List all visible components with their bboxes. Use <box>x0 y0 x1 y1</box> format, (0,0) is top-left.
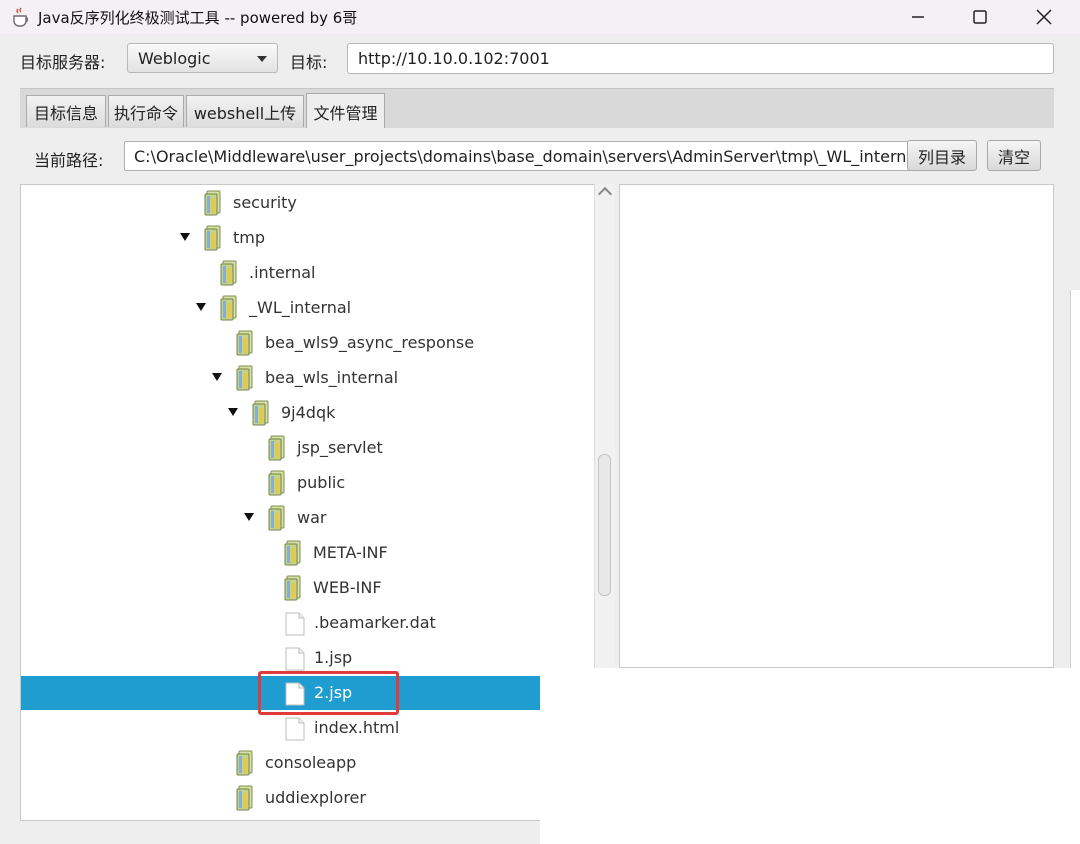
folder-icon <box>204 225 222 251</box>
close-button[interactable] <box>1013 0 1075 34</box>
folder-icon <box>284 575 302 601</box>
tree-folder-node[interactable]: consoleapp <box>21 746 595 780</box>
path-input-value: C:\Oracle\Middleware\user_projects\domai… <box>134 147 916 166</box>
tree-folder-node[interactable]: bea_wls9_async_response <box>21 326 595 360</box>
folder-icon <box>236 330 254 356</box>
server-label: 目标服务器: <box>20 53 106 72</box>
maximize-icon <box>973 10 987 24</box>
title-bar: Java反序列化终极测试工具 -- powered by 6哥 <box>0 0 1080 34</box>
tree-folder-node[interactable]: .internal <box>21 256 595 290</box>
tree-folder-node[interactable]: WEB-INF <box>21 571 595 605</box>
tree-node-label: index.html <box>314 718 400 737</box>
tree-folder-node[interactable]: _WL_internal <box>21 291 595 325</box>
target-input[interactable]: http://10.10.0.102:7001 <box>347 43 1054 74</box>
background-window-edge <box>1070 290 1080 668</box>
folder-icon <box>268 435 286 461</box>
tree-folder-node[interactable]: jsp_servlet <box>21 431 595 465</box>
file-icon <box>284 717 306 743</box>
folder-icon <box>236 750 254 776</box>
tree-node-label: public <box>297 473 346 492</box>
tree-node-label: META-INF <box>313 543 388 562</box>
tree-folder-node[interactable]: public <box>21 466 595 500</box>
server-select[interactable]: Weblogic <box>127 43 278 73</box>
tree-node-label: uddiexplorer <box>265 788 366 807</box>
path-row: 当前路径: C:\Oracle\Middleware\user_projects… <box>20 128 1054 184</box>
folder-icon <box>284 540 302 566</box>
tree-node-label: war <box>297 508 327 527</box>
target-input-value: http://10.10.0.102:7001 <box>358 49 550 68</box>
folder-icon <box>268 470 286 496</box>
list-directory-button[interactable]: 列目录 <box>907 140 977 171</box>
expand-toggle-icon[interactable] <box>212 373 222 381</box>
window-title: Java反序列化终极测试工具 -- powered by 6哥 <box>38 9 358 27</box>
folder-icon <box>220 295 238 321</box>
folder-icon <box>220 260 238 286</box>
tab-target-info[interactable]: 目标信息 <box>26 95 106 127</box>
file-content-pane[interactable] <box>619 184 1054 668</box>
clear-button[interactable]: 清空 <box>987 140 1041 171</box>
folder-icon <box>252 400 270 426</box>
annotation-highlight-box <box>258 671 399 715</box>
chevron-down-icon <box>257 56 267 62</box>
tree-folder-node[interactable]: bea_wls_internal <box>21 361 595 395</box>
expand-toggle-icon[interactable] <box>228 408 238 416</box>
expand-toggle-icon[interactable] <box>244 513 254 521</box>
tree-node-label: bea_wls9_async_response <box>265 333 475 352</box>
tree-node-label: security <box>233 193 297 212</box>
tree-node-label: _WL_internal <box>249 298 352 317</box>
file-icon <box>284 612 306 638</box>
file-icon <box>284 647 306 673</box>
minimize-button[interactable] <box>887 0 949 34</box>
folder-icon <box>204 190 222 216</box>
tree-node-label: .beamarker.dat <box>314 613 436 632</box>
tree-folder-node[interactable]: tmp <box>21 221 595 255</box>
tree-scrollbar[interactable] <box>594 184 615 668</box>
tree-folder-node[interactable]: META-INF <box>21 536 595 570</box>
scroll-thumb[interactable] <box>598 454 611 596</box>
tab-file-management[interactable]: 文件管理 <box>306 93 385 129</box>
tree-folder-node[interactable]: security <box>21 186 595 220</box>
file-tree[interactable]: security tmp .internal _WL_internal bea_wls9… <box>20 184 596 821</box>
tree-node-label: jsp_servlet <box>297 438 383 457</box>
tree-node-label: 9j4dqk <box>281 403 336 422</box>
tree-node-label: consoleapp <box>265 753 357 772</box>
tree-folder-node[interactable]: uddiexplorer <box>21 781 595 815</box>
cropped-area <box>540 668 1080 844</box>
tree-node-label: bea_wls_internal <box>265 368 399 387</box>
java-cup-icon <box>13 7 28 27</box>
target-label: 目标: <box>290 53 328 72</box>
server-select-value: Weblogic <box>138 49 211 68</box>
close-icon <box>1036 9 1052 25</box>
path-label: 当前路径: <box>34 151 104 170</box>
path-input[interactable]: C:\Oracle\Middleware\user_projects\domai… <box>124 141 916 171</box>
tree-file-node[interactable]: .beamarker.dat <box>21 606 595 640</box>
folder-icon <box>236 365 254 391</box>
tree-folder-node[interactable]: 9j4dqk <box>21 396 595 430</box>
tree-node-label: tmp <box>233 228 266 247</box>
expand-toggle-icon[interactable] <box>196 303 206 311</box>
tree-folder-node[interactable]: war <box>21 501 595 535</box>
maximize-button[interactable] <box>949 0 1011 34</box>
target-row: 目标服务器: Weblogic 目标: http://10.10.0.102:7… <box>0 34 1080 86</box>
tab-webshell-upload[interactable]: webshell上传 <box>186 95 304 127</box>
expand-toggle-icon[interactable] <box>180 233 190 241</box>
scroll-up-icon[interactable] <box>597 186 613 202</box>
tree-file-node[interactable]: 1.jsp <box>21 641 595 675</box>
tree-node-label: 1.jsp <box>314 648 353 667</box>
tab-execute-command[interactable]: 执行命令 <box>108 95 184 127</box>
tree-node-label: .internal <box>249 263 316 282</box>
tree-node-label: WEB-INF <box>313 578 382 597</box>
folder-icon <box>236 785 254 811</box>
tree-file-node[interactable]: index.html <box>21 711 595 745</box>
tab-strip: 目标信息 执行命令 webshell上传 文件管理 <box>20 88 1054 129</box>
folder-icon <box>268 505 286 531</box>
minimize-icon <box>912 16 924 18</box>
